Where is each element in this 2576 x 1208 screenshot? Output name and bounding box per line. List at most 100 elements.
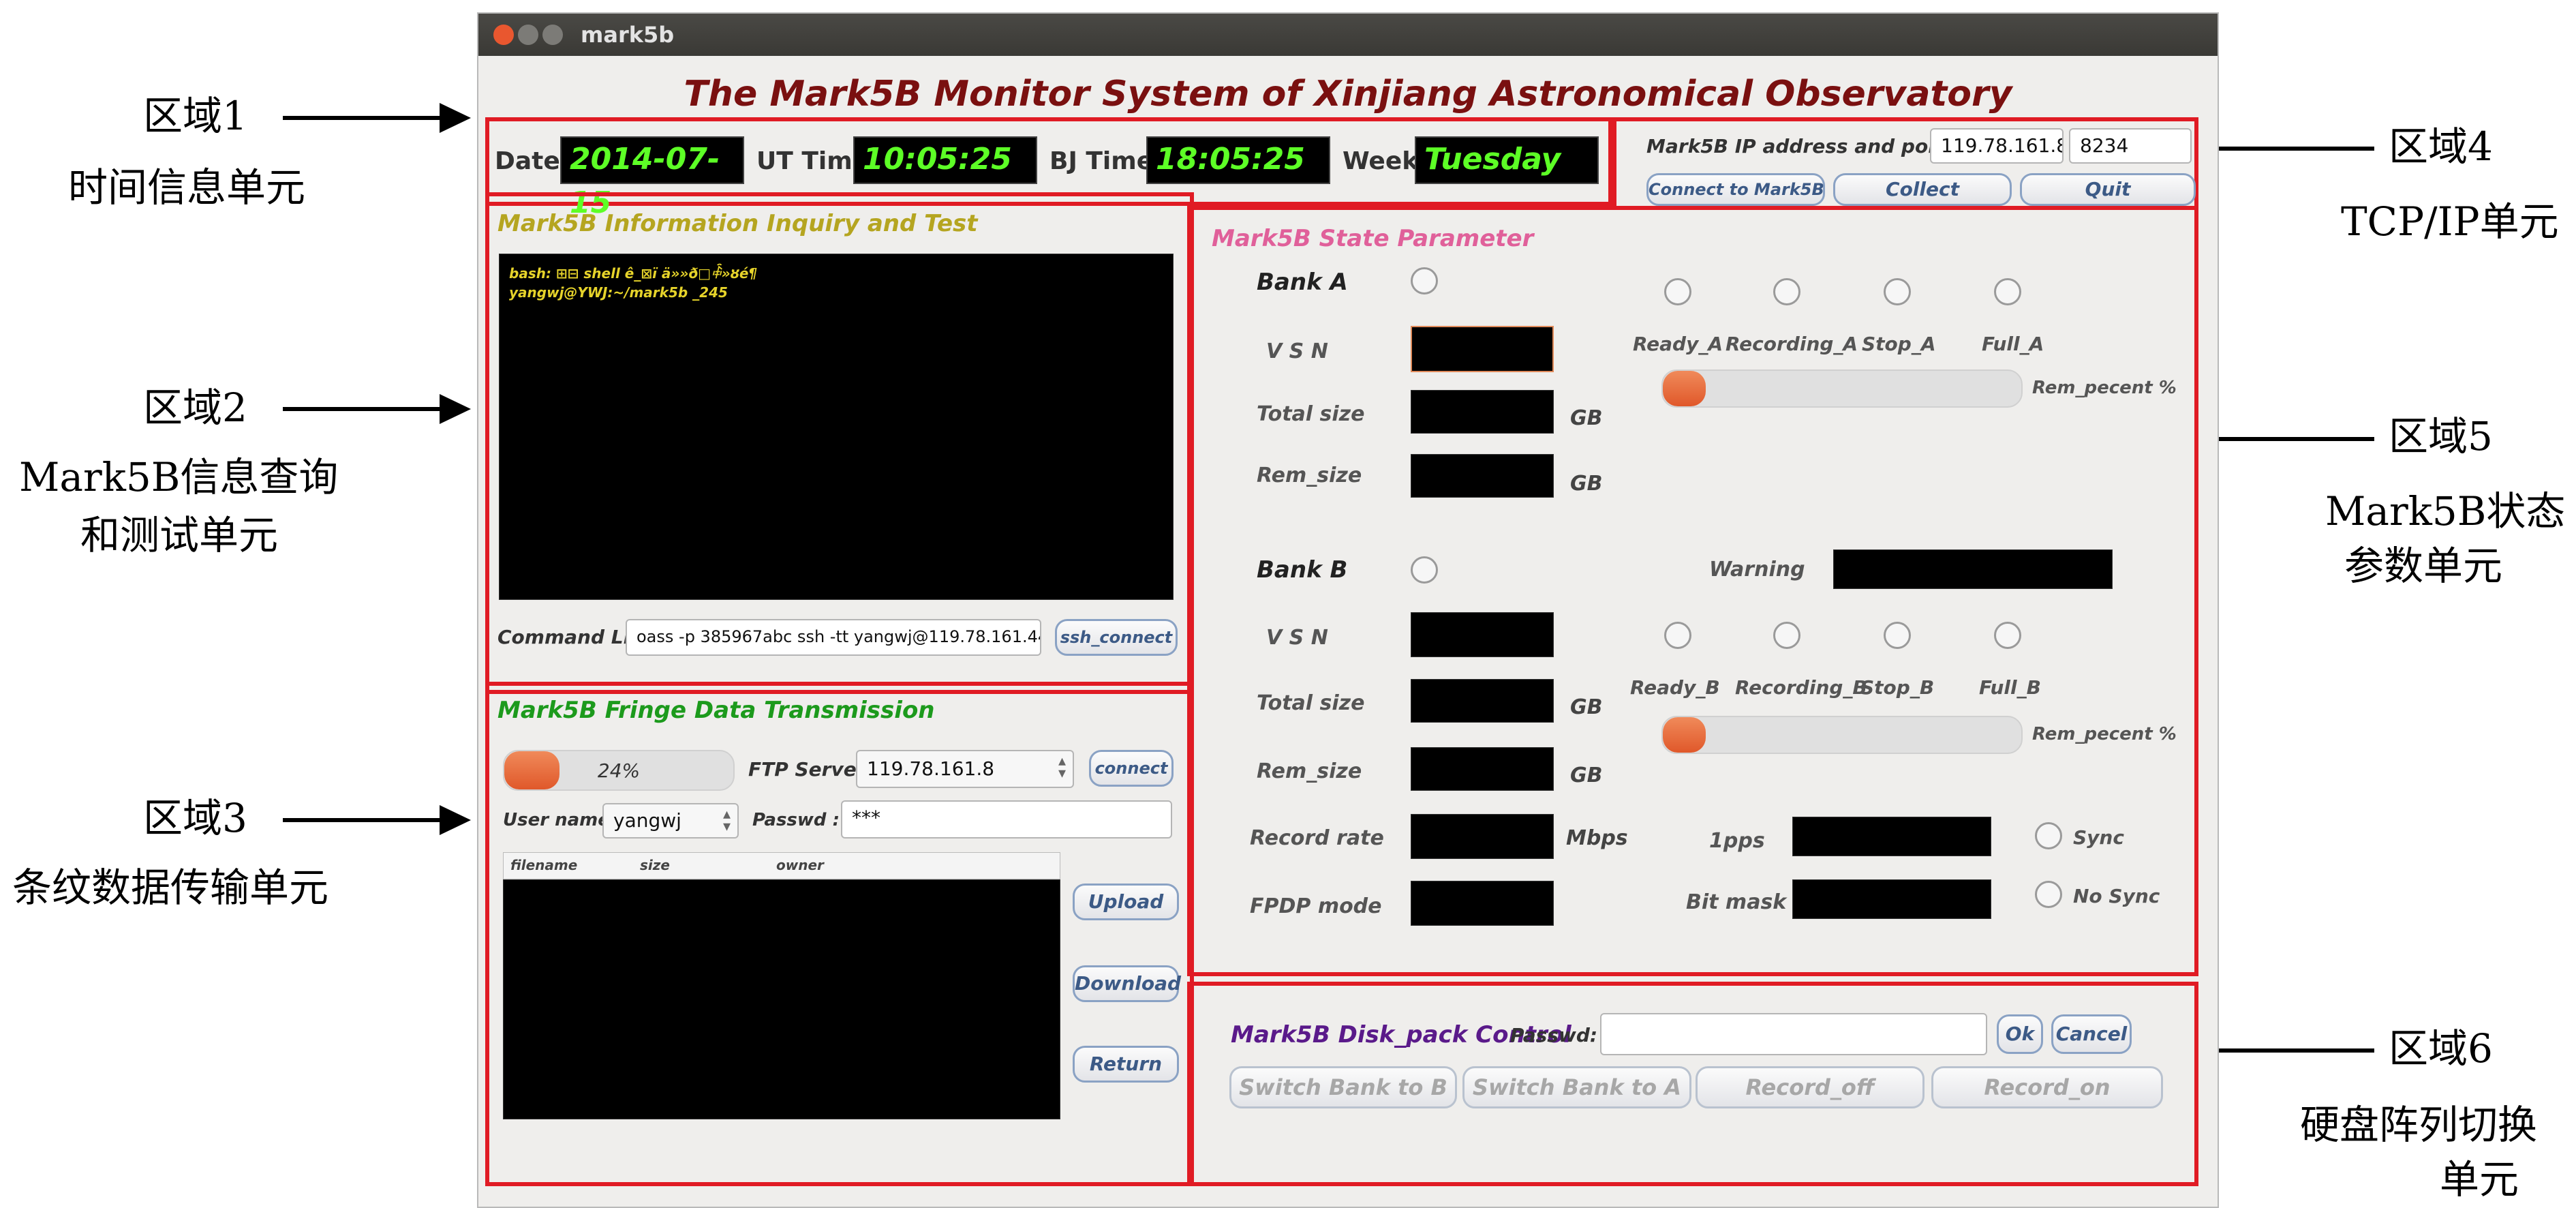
info-inquiry-title: Mark5B Information Inquiry and Test [497, 210, 978, 237]
vsn-b-display [1411, 612, 1554, 657]
sync-indicator [2035, 822, 2062, 849]
full-b-label: Full_B [1979, 676, 2041, 699]
stop-a-indicator [1884, 278, 1911, 305]
return-button[interactable]: Return [1073, 1046, 1179, 1083]
minimize-window-icon[interactable] [518, 25, 538, 45]
region-2-arrow-head [440, 394, 471, 424]
total-size-a-label: Total size [1257, 402, 1365, 426]
passwd-label: Passwd : [752, 810, 840, 830]
ftp-server-combo[interactable]: 119.78.161.8 ▴ ▾ [856, 750, 1074, 788]
region-6-title: 区域6 [2389, 1025, 2493, 1072]
user-name-combo[interactable]: yangwj ▴ ▾ [602, 803, 739, 839]
recording-b-label: Recording_B [1735, 676, 1867, 699]
warning-label: Warning [1709, 558, 1805, 582]
region-2-subtitle-line1: Mark5B信息查询 [19, 454, 339, 500]
column-owner[interactable]: owner [776, 857, 824, 873]
cancel-button[interactable]: Cancel [2051, 1014, 2132, 1054]
bank-a-label: Bank A [1257, 269, 1348, 296]
command-line-input[interactable]: oass -p 385967abc ssh -tt yangwj@119.78.… [626, 619, 1041, 656]
region-1-title: 区域1 [143, 93, 247, 139]
switch-bank-to-a-button[interactable]: Switch Bank to A [1462, 1066, 1691, 1108]
bank-b-label: Bank B [1257, 556, 1348, 584]
tcp-ip-panel: Mark5B IP address and port: 119.78.161.8… [1612, 117, 2198, 210]
ready-a-label: Ready_A [1633, 333, 1723, 355]
pps-display [1792, 817, 1991, 856]
record-on-button[interactable]: Record_on [1931, 1066, 2163, 1108]
region-5-subtitle-line1: Mark5B状态 [2325, 488, 2566, 534]
recording-a-label: Recording_A [1726, 333, 1858, 355]
disk-passwd-input[interactable] [1600, 1013, 1987, 1055]
vsn-b-label: V S N [1266, 626, 1328, 650]
disk-passwd-label: Passwd: [1510, 1024, 1598, 1046]
no-sync-label: No Sync [2073, 885, 2160, 907]
bit-mask-display [1792, 879, 1991, 919]
rem-size-b-label: Rem_size [1257, 759, 1362, 783]
warning-display [1833, 549, 2113, 589]
column-size[interactable]: size [640, 857, 670, 873]
ut-time-label: UT Time [756, 147, 870, 175]
region-6-subtitle-line2: 单元 [2440, 1156, 2519, 1203]
rem-percent-b-fill [1663, 717, 1706, 753]
pps-label: 1pps [1709, 829, 1765, 853]
state-parameter-panel: Mark5B State Parameter Bank A V S N Tota… [1187, 206, 2198, 976]
bank-b-radio[interactable] [1411, 556, 1438, 584]
ftp-connect-button[interactable]: connect [1089, 750, 1174, 787]
rem-percent-b-bar [1661, 716, 2023, 754]
combo-updown-icon: ▴ ▾ [722, 806, 731, 835]
connect-to-mark5b-button[interactable]: Connect to Mark5B [1646, 173, 1825, 206]
region-2-arrow-line [283, 407, 440, 411]
stop-b-label: Stop_B [1860, 676, 1935, 699]
vsn-a-display [1411, 326, 1554, 372]
collect-button[interactable]: Collect [1833, 173, 2012, 206]
rem-percent-a-bar [1661, 369, 2023, 408]
switch-bank-to-b-button[interactable]: Switch Bank to B [1229, 1066, 1457, 1108]
user-name-label: User name [503, 810, 610, 830]
terminal-output: bash: ⊞⊟ shell ê_⊠ï ä»»ð□ꊟ»ȣé¶ yangwj@YW… [499, 254, 1174, 600]
bank-a-radio[interactable] [1411, 267, 1438, 295]
app-window: mark5b The Mark5B Monitor System of Xinj… [477, 12, 2219, 1208]
region-3-subtitle: 条纹数据传输单元 [12, 864, 329, 911]
terminal-line-1: bash: ⊞⊟ shell ê_⊠ï ä»»ð□ꊟ»ȣé¶ [509, 265, 758, 282]
date-label: Date [495, 147, 560, 175]
fringe-transmission-panel: Mark5B Fringe Data Transmission 24% FTP … [485, 682, 1194, 1186]
ready-a-indicator [1664, 278, 1691, 305]
stop-a-label: Stop_A [1862, 333, 1936, 355]
total-size-a-display [1411, 390, 1554, 434]
title-bar: mark5b [478, 14, 2218, 56]
port-input[interactable]: 8234 [2069, 128, 2192, 164]
ftp-server-value: 119.78.161.8 [867, 757, 995, 780]
record-off-button[interactable]: Record_off [1696, 1066, 1925, 1108]
download-button[interactable]: Download [1073, 965, 1181, 1002]
region-5-arrow-line [2218, 437, 2374, 441]
ok-button[interactable]: Ok [1997, 1014, 2043, 1054]
rem-percent-a-label: Rem_pecent % [2032, 378, 2177, 398]
region-1-arrow-line [283, 116, 440, 120]
region-4-arrow-line [2218, 147, 2374, 151]
ip-address-input[interactable]: 119.78.161.8 [1930, 128, 2064, 164]
record-rate-display [1411, 814, 1554, 859]
passwd-input[interactable]: *** [841, 800, 1172, 839]
rem-size-a-unit: GB [1570, 472, 1603, 496]
info-inquiry-panel: Mark5B Information Inquiry and Test bash… [485, 192, 1194, 694]
file-list[interactable] [503, 879, 1060, 1119]
ssh-connect-button[interactable]: ssh_connect [1055, 619, 1178, 656]
vsn-a-label: V S N [1266, 339, 1328, 363]
maximize-window-icon[interactable] [542, 25, 563, 45]
no-sync-indicator [2035, 881, 2062, 908]
date-display: 2014-07-15 [560, 136, 744, 220]
state-parameter-title: Mark5B State Parameter [1212, 225, 1534, 252]
rem-size-b-unit: GB [1570, 764, 1603, 787]
rem-percent-a-fill [1663, 371, 1706, 406]
disk-pack-control-panel: Mark5B Disk_pack Control Passwd: Ok Canc… [1187, 982, 2198, 1186]
column-filename[interactable]: filename [510, 857, 577, 873]
fpdp-mode-display [1411, 881, 1554, 926]
bj-time-display: 18:05:25 [1146, 136, 1330, 184]
quit-button[interactable]: Quit [2020, 173, 2196, 206]
upload-button[interactable]: Upload [1073, 884, 1179, 920]
ftp-progress-bar: 24% [503, 750, 735, 791]
close-window-icon[interactable] [493, 25, 514, 45]
terminal-line-2: yangwj@YWJ:~/mark5b _245 [509, 284, 728, 301]
ready-b-indicator [1664, 622, 1691, 649]
ftp-progress-text: 24% [597, 759, 641, 782]
rem-size-a-display [1411, 454, 1554, 498]
